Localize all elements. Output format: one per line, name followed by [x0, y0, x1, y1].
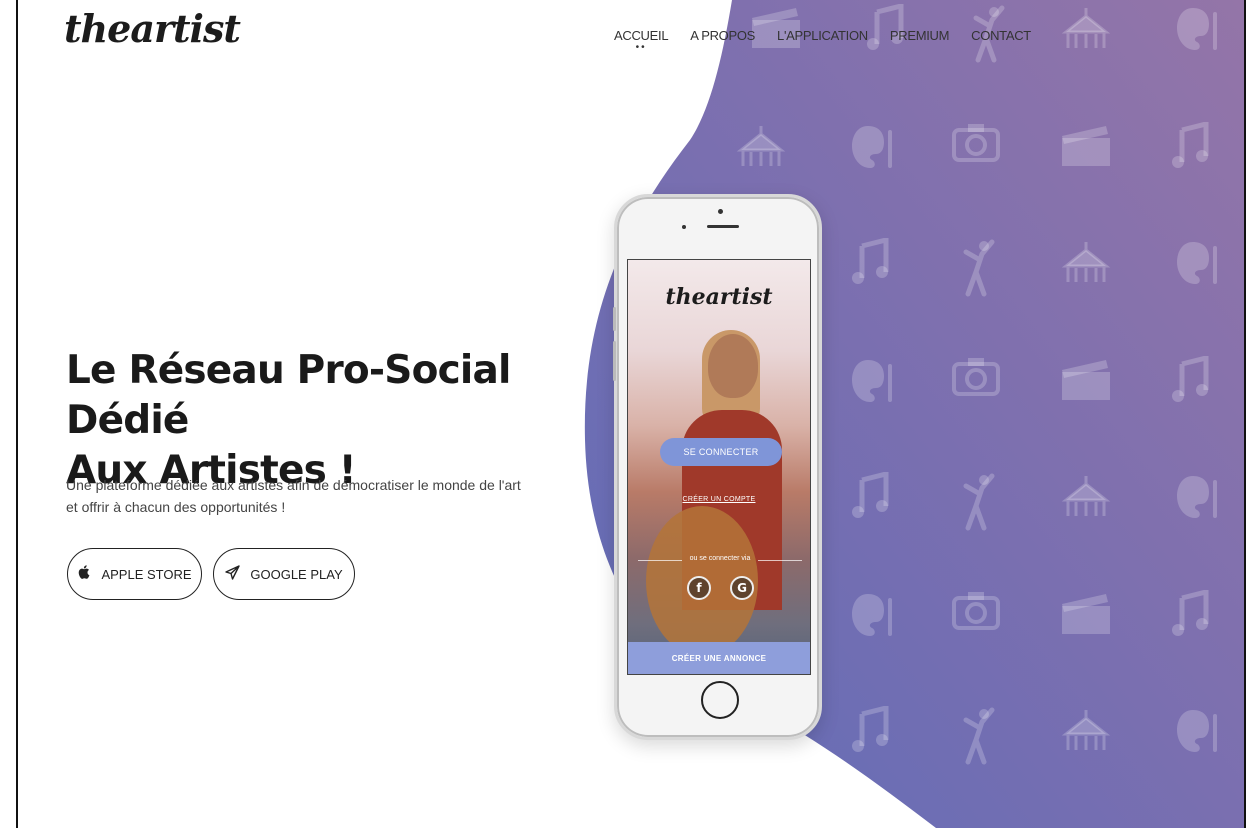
clapperboard-icon: [1060, 122, 1112, 173]
phone-mockup: theartist SE CONNECTER CRÉER UN COMPTE o…: [613, 194, 822, 740]
palette-icon: [850, 122, 894, 177]
facebook-icon[interactable]: f: [687, 576, 711, 600]
hero-subtitle: Une plateforme dédiée aux artistes afin …: [66, 477, 521, 515]
app-or-connect-text: ou se connecter via: [638, 555, 802, 562]
circus-tent-icon: [1060, 238, 1112, 295]
nav-item-accueil[interactable]: ACCUEIL: [614, 28, 669, 43]
nav-item-application[interactable]: L'APPLICATION: [777, 28, 868, 43]
phone-camera: [718, 209, 723, 214]
nav-item-premium[interactable]: PREMIUM: [890, 28, 950, 43]
apple-store-label: APPLE STORE: [101, 566, 192, 582]
phone-speaker: [707, 225, 739, 228]
apple-icon: [77, 564, 91, 584]
phone-screen: theartist SE CONNECTER CRÉER UN COMPTE o…: [627, 259, 811, 675]
hero-title-line1: Le Réseau Pro-Social Dédié: [66, 348, 511, 443]
app-logo: theartist: [665, 284, 773, 310]
palette-icon: [1175, 472, 1219, 527]
brand-logo[interactable]: theartist: [64, 6, 241, 51]
nav-item-a-propos[interactable]: A PROPOS: [690, 28, 755, 43]
dancer-icon: [958, 238, 998, 303]
circus-tent-icon: [1060, 4, 1112, 61]
app-create-account-link[interactable]: CRÉER UN COMPTE: [628, 496, 810, 503]
palette-icon: [850, 356, 894, 411]
google-play-label: GOOGLE PLAY: [250, 566, 343, 582]
dancer-icon: [958, 706, 998, 771]
palette-icon: [850, 590, 894, 645]
google-icon[interactable]: G: [730, 576, 754, 600]
clapperboard-icon: [1060, 356, 1112, 407]
music-note-icon: [850, 704, 890, 757]
nav-item-contact[interactable]: CONTACT: [971, 28, 1031, 43]
music-note-icon: [850, 470, 890, 523]
camera-icon: [952, 590, 1000, 635]
phone-volume-button-2: [613, 341, 616, 381]
circus-tent-icon: [1060, 472, 1112, 529]
palette-icon: [1175, 4, 1219, 59]
clapperboard-icon: [1060, 590, 1112, 641]
photo-face: [708, 334, 758, 398]
camera-icon: [952, 356, 1000, 401]
main-nav: ACCUEIL A PROPOS L'APPLICATION PREMIUM C…: [614, 28, 1053, 43]
palette-icon: [1175, 238, 1219, 293]
music-note-icon: [850, 236, 890, 289]
app-create-listing-button[interactable]: CRÉER UNE ANNONCE: [628, 642, 810, 674]
phone-sensor: [682, 225, 686, 229]
music-note-icon: [1170, 588, 1210, 641]
window-border-left: [16, 0, 18, 828]
phone-volume-button: [613, 307, 616, 331]
phone-home-button: [701, 681, 739, 719]
paper-plane-icon: [225, 564, 241, 584]
app-login-button[interactable]: SE CONNECTER: [660, 438, 782, 466]
circus-tent-icon: [735, 122, 787, 179]
dancer-icon: [958, 472, 998, 537]
palette-icon: [1175, 706, 1219, 761]
camera-icon: [952, 122, 1000, 167]
apple-store-button[interactable]: APPLE STORE: [67, 548, 202, 600]
music-note-icon: [1170, 120, 1210, 173]
music-note-icon: [1170, 354, 1210, 407]
google-play-button[interactable]: GOOGLE PLAY: [213, 548, 355, 600]
circus-tent-icon: [1060, 706, 1112, 763]
